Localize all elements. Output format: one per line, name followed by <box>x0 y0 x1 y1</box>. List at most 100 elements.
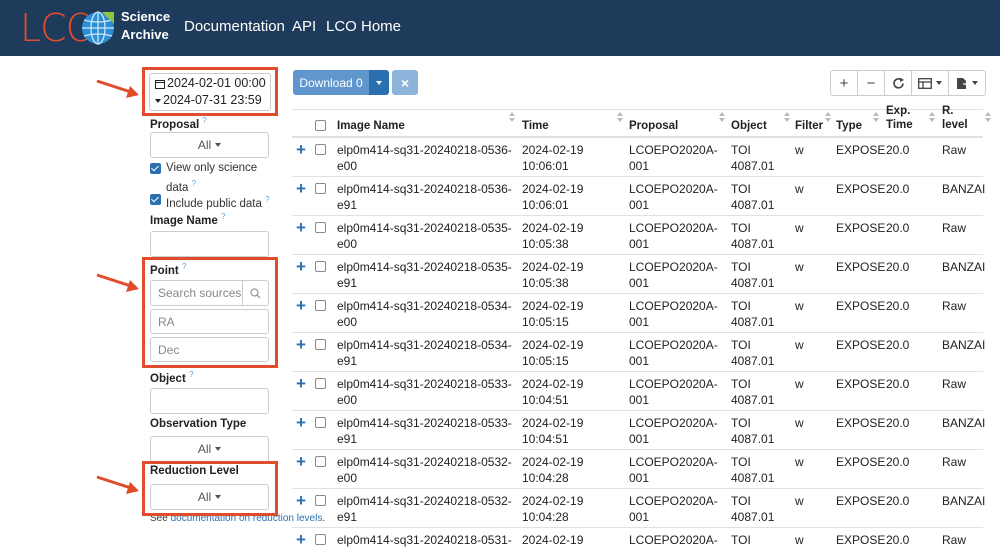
col-header-image-name[interactable]: Image Name <box>337 119 405 133</box>
help-icon[interactable]: ? <box>202 116 206 125</box>
table-row[interactable]: + elp0m414-sq31-20240218-0531- 2024-02-19 L… <box>292 528 983 555</box>
expand-row-icon[interactable]: + <box>296 219 306 237</box>
row-checkbox[interactable] <box>315 456 326 467</box>
sort-icon[interactable] <box>873 112 879 122</box>
image-name-input[interactable] <box>150 231 269 257</box>
cell-type-line: EXPOSE <box>836 143 886 157</box>
cell-type: EXPOSE <box>836 376 885 392</box>
table-row[interactable]: + elp0m414-sq31-20240218-0534- e00 2024-02-… <box>292 294 983 333</box>
sort-icon[interactable] <box>509 112 515 122</box>
cell-object-line: TOI <box>731 338 751 352</box>
columns-toggle-button[interactable] <box>911 70 949 96</box>
col-header-object[interactable]: Object <box>731 119 767 133</box>
cell-object-line: 4087.01 <box>731 198 775 212</box>
download-button[interactable]: Download 0 <box>293 70 369 95</box>
expand-row-icon[interactable]: + <box>296 336 306 354</box>
expand-row-icon[interactable]: + <box>296 180 306 198</box>
observation-type-dropdown[interactable]: All <box>150 436 269 462</box>
table-row[interactable]: + elp0m414-sq31-20240218-0533- e91 2024-02-… <box>292 411 985 450</box>
expand-row-icon[interactable]: + <box>296 453 306 471</box>
expand-row-icon[interactable]: + <box>296 258 306 276</box>
cell-image-name-line: elp0m414-sq31-20240218-0531- <box>337 533 512 547</box>
table-row[interactable]: + elp0m414-sq31-20240218-0534- e91 2024-02-… <box>292 333 985 372</box>
cell-exp-time: 20.0 <box>886 415 909 431</box>
top-navbar: LCO Science Archive Documentation API LC… <box>0 0 1000 56</box>
col-header-r-level[interactable]: R. level <box>942 104 968 132</box>
sort-icon[interactable] <box>825 112 831 122</box>
cell-exp-time: 20.0 <box>886 376 909 392</box>
expand-row-icon[interactable]: + <box>296 531 306 549</box>
checkbox-checked-icon[interactable] <box>150 194 161 205</box>
nav-documentation[interactable]: Documentation <box>184 18 285 35</box>
col-header-filter[interactable]: Filter <box>795 119 823 133</box>
cell-time-line: 10:06:01 <box>522 159 569 173</box>
row-checkbox[interactable] <box>315 495 326 506</box>
cell-proposal-line: LCOEPO2020A- <box>629 299 718 313</box>
row-checkbox[interactable] <box>315 144 326 155</box>
cell-proposal-line: 001 <box>629 471 650 485</box>
cell-filter-line: w <box>795 182 804 196</box>
row-checkbox[interactable] <box>315 300 326 311</box>
row-checkbox[interactable] <box>315 222 326 233</box>
select-all-checkbox[interactable] <box>315 120 326 131</box>
include-public-label: Include public data ? <box>166 195 270 210</box>
row-checkbox[interactable] <box>315 378 326 389</box>
table-row[interactable]: + elp0m414-sq31-20240218-0532- e91 2024-02-… <box>292 489 985 528</box>
cell-image-name-line: e00 <box>337 315 358 329</box>
sort-icon[interactable] <box>617 112 623 122</box>
expand-all-button[interactable]: + <box>830 70 858 96</box>
row-checkbox[interactable] <box>315 183 326 194</box>
sort-icon[interactable] <box>784 112 790 122</box>
include-public-checkbox[interactable]: Include public data ? <box>150 192 275 212</box>
cell-image-name-line: e91 <box>337 510 358 524</box>
table-row[interactable]: + elp0m414-sq31-20240218-0536- e91 2024-02-… <box>292 177 985 216</box>
cell-type-line: EXPOSE <box>836 182 886 196</box>
cell-image-name-line: e00 <box>337 471 358 485</box>
row-checkbox[interactable] <box>315 534 326 545</box>
refresh-button[interactable] <box>884 70 912 96</box>
cell-object: TOI <box>731 532 751 548</box>
collapse-all-button[interactable]: − <box>857 70 885 96</box>
col-header-time[interactable]: Time <box>522 119 549 133</box>
row-checkbox[interactable] <box>315 417 326 428</box>
expand-row-icon[interactable]: + <box>296 141 306 159</box>
download-menu-button[interactable] <box>369 70 389 95</box>
expand-row-icon[interactable]: + <box>296 297 306 315</box>
cell-filter: w <box>795 181 804 197</box>
cell-exp-time-line: 20.0 <box>886 182 910 196</box>
sort-icon[interactable] <box>985 112 991 122</box>
cell-object: TOI 4087.01 <box>731 298 774 330</box>
cell-type: EXPOSE <box>836 259 885 275</box>
expand-row-icon[interactable]: + <box>296 414 306 432</box>
row-checkbox[interactable] <box>315 261 326 272</box>
object-input[interactable] <box>150 388 269 414</box>
expand-row-icon[interactable]: + <box>296 492 306 510</box>
cell-object-line: 4087.01 <box>731 471 775 485</box>
export-button[interactable] <box>948 70 986 96</box>
logo-line-2: Archive <box>121 27 169 42</box>
clear-selection-button[interactable]: × <box>392 70 418 95</box>
col-header-type[interactable]: Type <box>836 119 862 133</box>
table-row[interactable]: + elp0m414-sq31-20240218-0533- e00 2024-02-… <box>292 372 983 411</box>
cell-filter-line: w <box>795 494 804 508</box>
cell-object-line: 4087.01 <box>731 315 775 329</box>
highlight-box-point <box>142 257 278 368</box>
sort-icon[interactable] <box>929 112 935 122</box>
table-row[interactable]: + elp0m414-sq31-20240218-0536- e00 2024-02-… <box>292 138 983 177</box>
cell-object-line: TOI <box>731 182 751 196</box>
col-header-proposal[interactable]: Proposal <box>629 119 678 133</box>
row-checkbox[interactable] <box>315 339 326 350</box>
expand-row-icon[interactable]: + <box>296 375 306 393</box>
checkbox-checked-icon[interactable] <box>150 163 161 174</box>
nav-api[interactable]: API <box>292 18 316 35</box>
table-row[interactable]: + elp0m414-sq31-20240218-0532- e00 2024-02-… <box>292 450 983 489</box>
table-row[interactable]: + elp0m414-sq31-20240218-0535- e00 2024-02-… <box>292 216 983 255</box>
nav-lco-home[interactable]: LCO Home <box>326 18 401 35</box>
col-header-exp-time[interactable]: Exp. Time <box>886 104 913 132</box>
sort-icon[interactable] <box>719 112 725 122</box>
table-row[interactable]: + elp0m414-sq31-20240218-0535- e91 2024-02-… <box>292 255 985 294</box>
proposal-dropdown[interactable]: All <box>150 132 269 158</box>
view-science-checkbox[interactable]: View only science data ? <box>150 161 270 196</box>
cell-object-line: TOI <box>731 455 751 469</box>
table-top-border <box>292 109 983 110</box>
